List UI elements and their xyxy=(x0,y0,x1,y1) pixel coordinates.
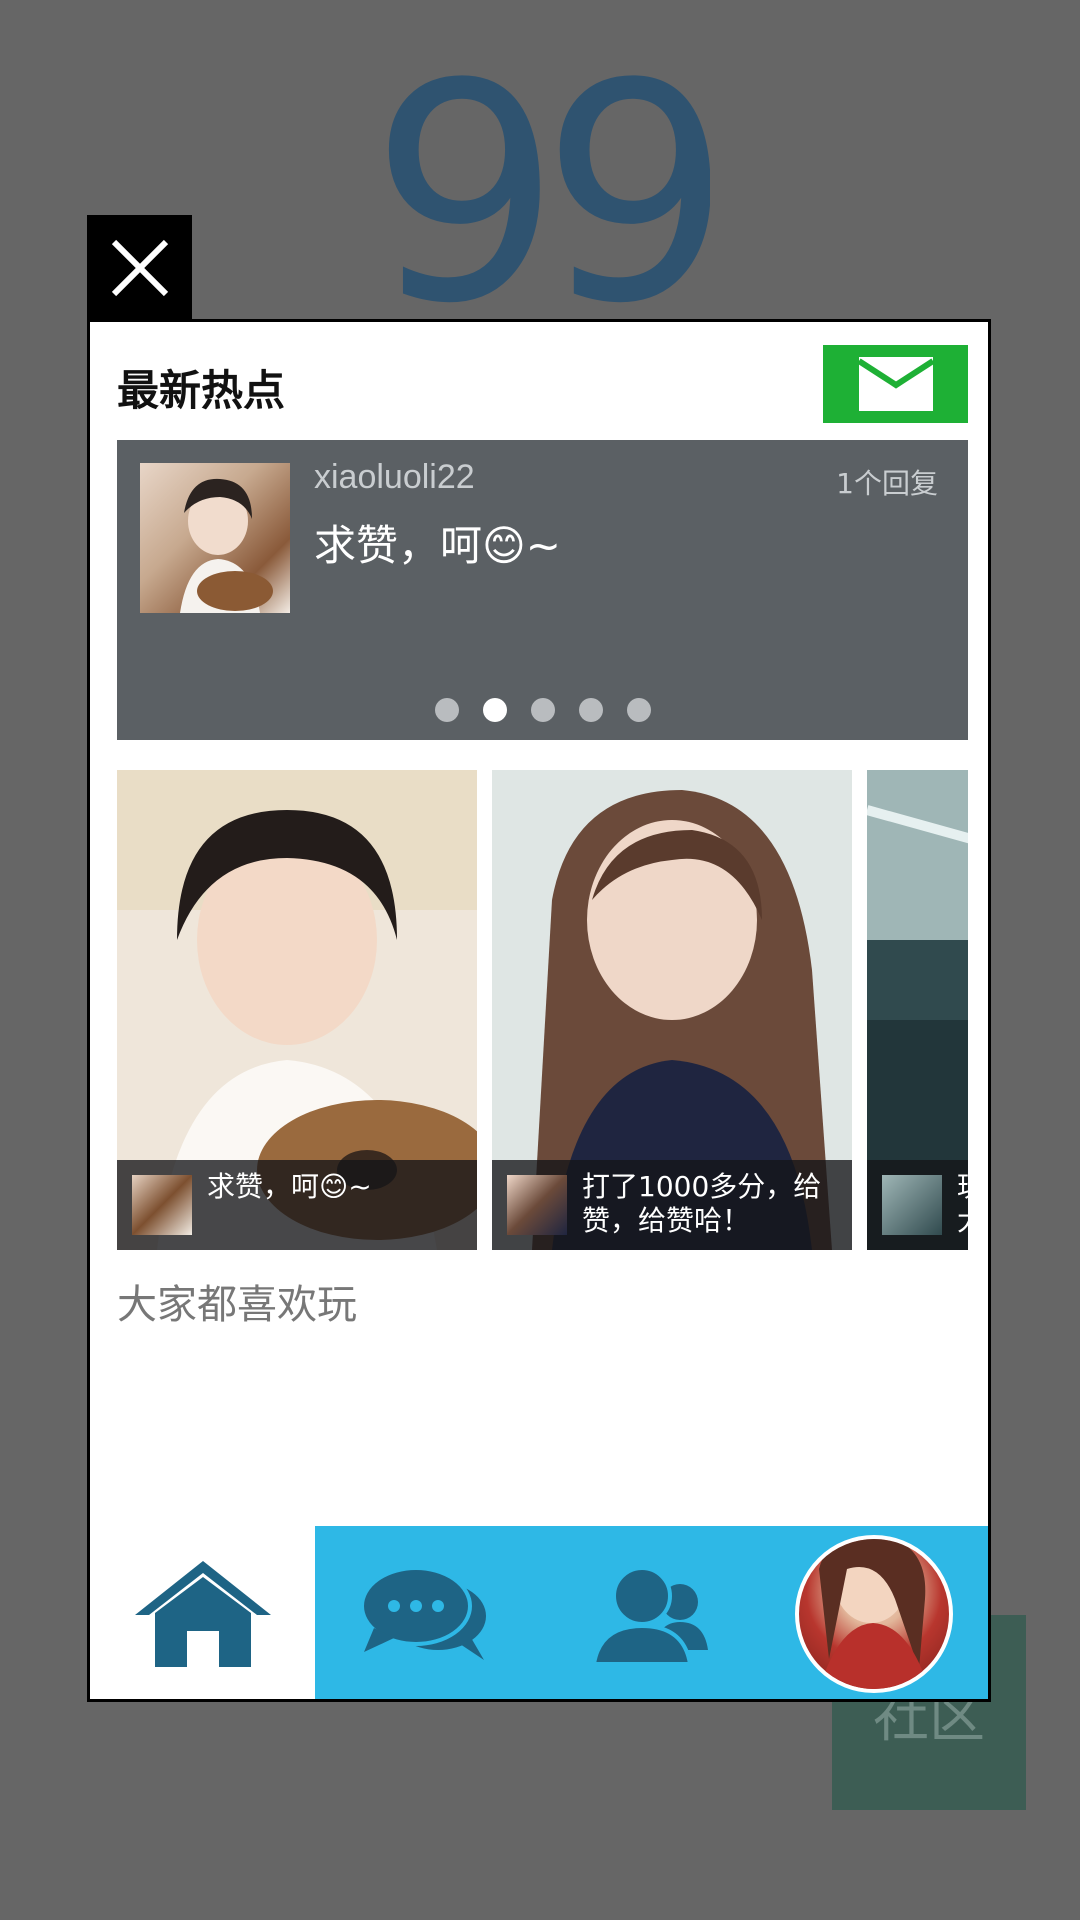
home-icon xyxy=(134,1561,271,1667)
tile-caption: 玩大 xyxy=(867,1160,968,1250)
background-score: 99 xyxy=(370,60,710,330)
mail-icon xyxy=(858,357,933,411)
tile-caption: 求赞，呵😊~ xyxy=(117,1160,477,1250)
hot-post-text: 求赞，呵😊~ xyxy=(314,521,561,570)
carousel-dot[interactable] xyxy=(434,698,459,722)
carousel-dot[interactable] xyxy=(530,698,555,722)
carousel-dot-active[interactable] xyxy=(482,698,507,722)
tile-caption: 打了1000多分，给赞，给赞哈！ xyxy=(492,1160,852,1250)
close-icon xyxy=(111,239,168,297)
panel-title: 最新热点 xyxy=(117,366,286,415)
gallery-tile[interactable]: 求赞，呵😊~ xyxy=(117,770,477,1250)
hot-post-username[interactable]: xiaoluoli22 xyxy=(314,458,475,497)
users-icon xyxy=(591,1566,708,1664)
caption-avatar xyxy=(132,1175,192,1235)
profile-avatar[interactable] xyxy=(795,1535,953,1693)
mail-button[interactable] xyxy=(823,345,968,423)
tab-messages[interactable] xyxy=(360,1566,490,1662)
tab-friends[interactable] xyxy=(590,1564,710,1664)
caption-text: 求赞，呵😊~ xyxy=(207,1170,372,1203)
hot-post-thumbnail xyxy=(140,463,290,613)
bottom-nav xyxy=(90,1526,988,1699)
caption-text: 打了1000多分，给赞，给赞哈！ xyxy=(582,1170,822,1237)
post-gallery: 求赞，呵😊~ 打了1000多分，给赞，给赞哈！ xyxy=(117,770,968,1250)
caption-avatar xyxy=(507,1175,567,1235)
community-panel: 最新热点 xiaoluoli22 1个回复 求赞，呵😊~ 求赞，呵😊~ 打了10… xyxy=(87,319,991,1702)
hot-post-reply-count: 1个回复 xyxy=(836,467,938,500)
gallery-tile[interactable]: 打了1000多分，给赞，给赞哈！ xyxy=(492,770,852,1250)
section-title: 大家都喜欢玩 xyxy=(117,1282,357,1328)
caption-avatar xyxy=(882,1175,942,1235)
carousel-dot[interactable] xyxy=(578,698,603,722)
hot-post-card[interactable]: xiaoluoli22 1个回复 求赞，呵😊~ xyxy=(117,440,968,740)
gallery-tile[interactable]: 玩大 xyxy=(867,770,968,1250)
carousel-dot[interactable] xyxy=(626,698,651,722)
close-button[interactable] xyxy=(87,215,192,321)
caption-text: 玩大 xyxy=(957,1170,968,1238)
chat-bubbles-icon xyxy=(360,1566,486,1660)
carousel-indicator xyxy=(117,698,968,722)
tab-home[interactable] xyxy=(90,1526,315,1699)
